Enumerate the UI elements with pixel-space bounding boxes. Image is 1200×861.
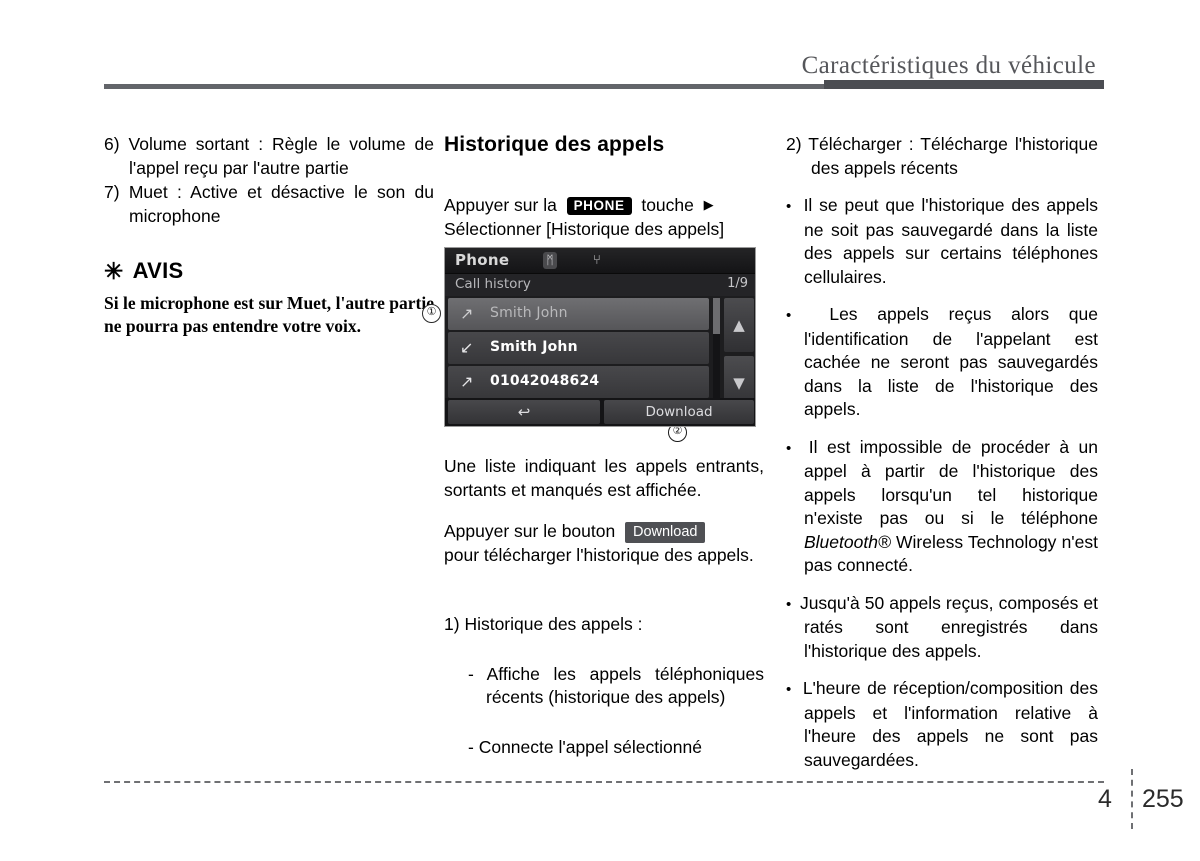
bluetooth-trademark: Bluetooth® — [804, 531, 891, 552]
list-item-text: Historique des appels : — [464, 614, 643, 634]
right-triangle-icon: ▶ — [703, 197, 714, 212]
call-history-row[interactable]: ↗ 01042048624 — [448, 366, 709, 398]
bullet-item: Il se peut que l'historique des appels n… — [786, 194, 1098, 289]
list-item: 2) Télécharger : Télécharge l'historique… — [786, 133, 1098, 180]
device-title: Phone — [455, 251, 510, 269]
list-item: 1) Historique des appels : — [444, 613, 764, 637]
list-item-number: 1) — [444, 614, 460, 634]
bullet-item: L'heure de réception/composition des app… — [786, 677, 1098, 772]
page-header: Caractéristiques du véhicule — [0, 0, 1200, 95]
download-instruction-paragraph: Appuyer sur le bouton Download pour téléc… — [444, 520, 764, 567]
outgoing-call-icon: ↗ — [460, 304, 474, 323]
call-history-row[interactable]: ↗ Smith John — [448, 298, 709, 330]
page-number: 255 — [1142, 785, 1184, 813]
instruction-pre: Appuyer sur la — [444, 195, 557, 215]
list-item-text: Volume sortant : Règle le volume de l'ap… — [128, 134, 435, 178]
bluetooth-icon: ᛗ — [543, 252, 557, 269]
call-entry-label: 01042048624 — [490, 373, 600, 389]
description-paragraph: Une liste indiquant les appels entrants,… — [444, 456, 764, 500]
scrollbar-track[interactable] — [713, 298, 720, 410]
notice-body: Si le microphone est sur Muet, l'autre p… — [104, 293, 434, 336]
bullet-item: Jusqu'à 50 appels reçus, composés et rat… — [786, 592, 1098, 664]
notice-heading-label: AVIS — [132, 258, 184, 283]
instruction-post: touche — [641, 195, 694, 215]
sub-list-item: - Connecte l'appel sélectionné — [444, 736, 764, 760]
bullet-item: Les appels reçus alors que l'identificat… — [786, 303, 1098, 422]
call-entry-label: Smith John — [490, 339, 578, 355]
device-screenshot: ① ② Phone ᛗ ⑂ Call history 1/9 ↗ Smith J… — [422, 247, 756, 442]
download-badge[interactable]: Download — [624, 522, 706, 543]
notice-block: ✳ AVIS Si le microphone est sur Muet, l'… — [104, 258, 434, 338]
download-instruction-post: pour télécharger l'historique des appels… — [444, 544, 754, 565]
notice-heading: ✳ AVIS — [104, 258, 434, 284]
list-item: 6) Volume sortant : Règle le volume de l… — [104, 133, 434, 180]
page-title: Caractéristiques du véhicule — [801, 52, 1096, 79]
phone-key-badge[interactable]: PHONE — [566, 197, 632, 215]
scrollbar-thumb[interactable] — [713, 298, 720, 334]
dash-marker: - — [468, 736, 474, 757]
right-column: 2) Télécharger : Télécharge l'historique… — [786, 133, 1098, 772]
callout-marker-1: ① — [422, 304, 441, 323]
list-item-number: 6) — [104, 134, 120, 154]
header-rule-accent — [824, 80, 1104, 89]
section-heading: Historique des appels — [444, 133, 665, 156]
list-item-text: Muet : Active et désactive le son du mic… — [128, 182, 434, 226]
device-titlebar: Phone ᛗ ⑂ — [445, 248, 755, 274]
chapter-number: 4 — [1098, 785, 1112, 813]
bullet-item: Il est impossible de procéder à un appel… — [786, 436, 1098, 578]
left-column: 6) Volume sortant : Règle le volume de l… — [104, 133, 434, 338]
page-indicator: 1/9 — [727, 276, 748, 291]
instruction-paragraph: Appuyer sur la PHONE touche ▶ Sélectionne… — [444, 193, 764, 241]
bullet-text-pre: Il est impossible de procéder à un appel… — [804, 436, 1099, 529]
asterisk-icon: ✳ — [104, 257, 124, 284]
call-history-label: Call history — [455, 276, 531, 292]
list-item-number: 2) — [786, 134, 802, 154]
back-button[interactable]: ↩ — [448, 400, 600, 424]
list-item-text: Télécharger : Télécharge l'historique de… — [808, 134, 1099, 178]
usb-icon: ⑂ — [593, 253, 601, 268]
sub-list-item: - Affiche les appels téléphoniques récen… — [444, 663, 764, 710]
device-bottom-bar: ↩ Download — [445, 398, 755, 426]
call-entry-label: Smith John — [490, 305, 568, 321]
middle-column: Historique des appels Appuyer sur la PHO… — [444, 133, 764, 241]
call-history-row[interactable]: ↙ Smith John — [448, 332, 709, 364]
list-item: 7) Muet : Active et désactive le son du … — [104, 181, 434, 228]
incoming-call-icon: ↙ — [460, 338, 474, 357]
footer-divider — [104, 781, 1104, 783]
instruction-line2: Sélectionner [Historique des appels] — [444, 218, 725, 239]
list-item-number: 7) — [104, 182, 120, 202]
dash-marker: - — [468, 663, 474, 684]
download-button[interactable]: Download — [604, 400, 754, 424]
device-subbar: Call history 1/9 — [445, 274, 755, 296]
sub-list-item-text: Affiche les appels téléphoniques récents… — [486, 663, 764, 708]
sub-list-item-text: Connecte l'appel sélectionné — [478, 736, 702, 757]
middle-column-lower: Une liste indiquant les appels entrants,… — [444, 455, 764, 759]
phone-ui: Phone ᛗ ⑂ Call history 1/9 ↗ Smith John … — [444, 247, 756, 427]
download-instruction-pre: Appuyer sur le bouton — [444, 521, 616, 541]
footer-vertical-divider — [1131, 769, 1133, 829]
outgoing-call-icon: ↗ — [460, 372, 474, 391]
scroll-up-button[interactable]: ▲ — [724, 298, 754, 352]
